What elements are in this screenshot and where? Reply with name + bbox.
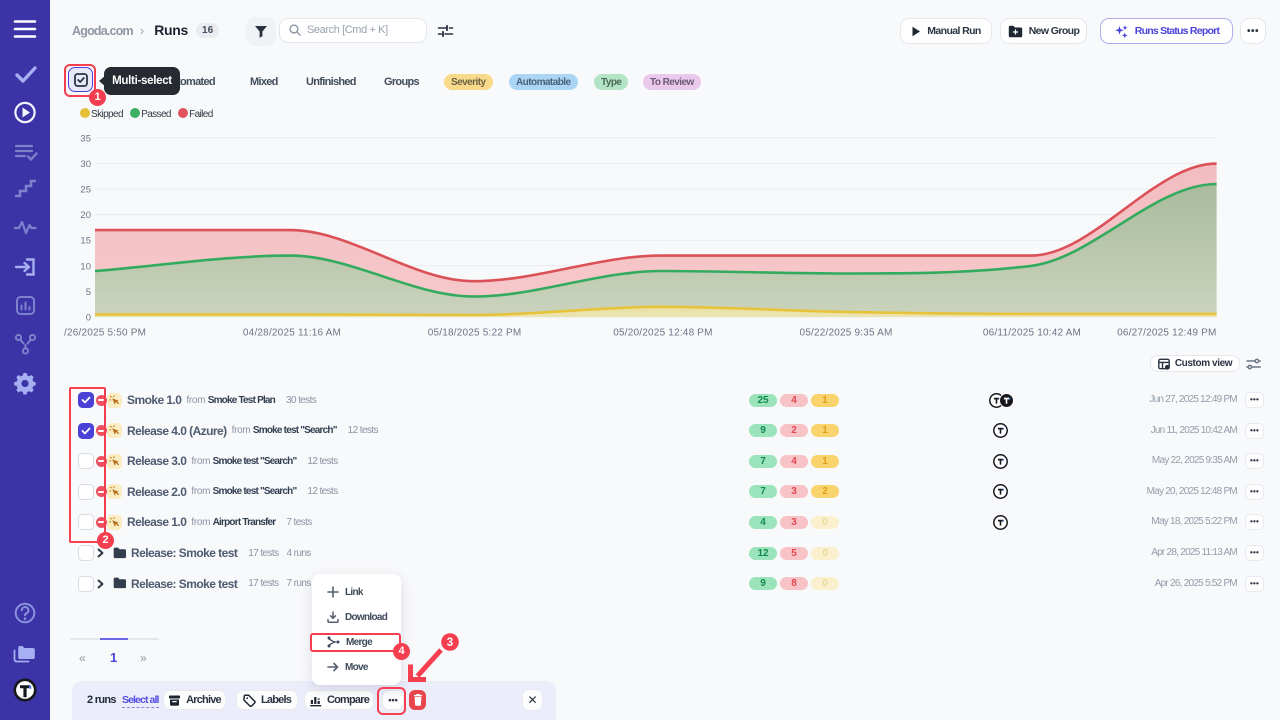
- svg-text:35: 35: [80, 133, 91, 144]
- svg-text:15: 15: [80, 236, 91, 247]
- svg-text:05/18/2025 5:22 PM: 05/18/2025 5:22 PM: [428, 328, 522, 339]
- svg-text:30: 30: [80, 159, 91, 170]
- svg-text:25: 25: [80, 185, 91, 196]
- svg-text:0: 0: [86, 313, 91, 324]
- svg-text:06/27/2025 12:49 PM: 06/27/2025 12:49 PM: [1117, 328, 1216, 339]
- svg-text:05/20/2025 12:48 PM: 05/20/2025 12:48 PM: [613, 328, 712, 339]
- svg-text:5: 5: [86, 287, 91, 298]
- svg-text:/26/2025 5:50 PM: /26/2025 5:50 PM: [64, 328, 146, 339]
- svg-text:04/28/2025 11:16 AM: 04/28/2025 11:16 AM: [243, 328, 341, 339]
- svg-text:10: 10: [80, 261, 91, 272]
- svg-text:20: 20: [80, 210, 91, 221]
- svg-text:05/22/2025 9:35 AM: 05/22/2025 9:35 AM: [799, 328, 892, 339]
- svg-text:3: 3: [447, 637, 453, 649]
- svg-text:06/11/2025 10:42 AM: 06/11/2025 10:42 AM: [983, 328, 1081, 339]
